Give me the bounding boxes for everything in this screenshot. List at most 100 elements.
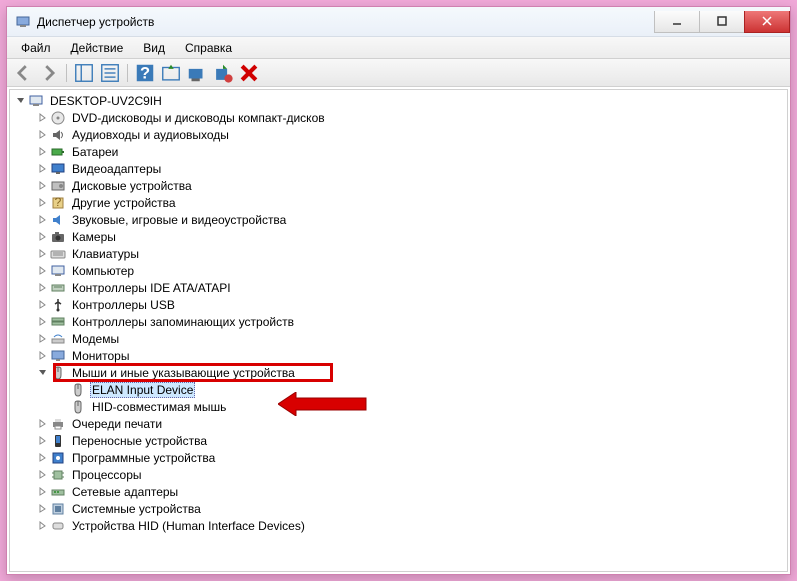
node-label: Дисковые устройства (70, 179, 194, 193)
node-label: HID-совместимая мышь (90, 400, 228, 414)
maximize-button[interactable] (699, 11, 745, 33)
properties-button[interactable] (98, 61, 122, 85)
expand-icon[interactable] (36, 418, 48, 430)
printer-icon (50, 416, 66, 432)
mouse-icon (70, 382, 86, 398)
minimize-button[interactable] (654, 11, 700, 33)
tree-category-node[interactable]: Батареи (10, 143, 787, 160)
tree-category-node[interactable]: DVD-дисководы и дисководы компакт-дисков (10, 109, 787, 126)
update-driver-button[interactable] (159, 61, 183, 85)
expand-icon[interactable] (36, 265, 48, 277)
tree-category-node[interactable]: Системные устройства (10, 500, 787, 517)
tree-category-node[interactable]: Аудиовходы и аудиовыходы (10, 126, 787, 143)
tree-category-node[interactable]: Контроллеры IDE ATA/ATAPI (10, 279, 787, 296)
tree-category-node[interactable]: Контроллеры запоминающих устройств (10, 313, 787, 330)
menubar: Файл Действие Вид Справка (7, 37, 790, 59)
expand-icon[interactable] (36, 248, 48, 260)
tree-category-node[interactable]: Сетевые адаптеры (10, 483, 787, 500)
forward-button[interactable] (37, 61, 61, 85)
node-label: Клавиатуры (70, 247, 141, 261)
window-title: Диспетчер устройств (37, 15, 154, 29)
tree-category-node[interactable]: Видеоадаптеры (10, 160, 787, 177)
cpu-icon (50, 467, 66, 483)
expand-icon[interactable] (36, 503, 48, 515)
expand-icon[interactable] (36, 316, 48, 328)
battery-icon (50, 144, 66, 160)
node-label: Батареи (70, 145, 120, 159)
expand-icon[interactable] (36, 520, 48, 532)
help-button[interactable]: ? (133, 61, 157, 85)
close-button[interactable] (744, 11, 790, 33)
expand-icon[interactable] (36, 231, 48, 243)
camera-icon (50, 229, 66, 245)
titlebar[interactable]: Диспетчер устройств (7, 7, 790, 37)
system-icon (50, 501, 66, 517)
expand-icon[interactable] (36, 112, 48, 124)
tree-category-node[interactable]: Переносные устройства (10, 432, 787, 449)
computer-icon (28, 93, 44, 109)
show-hide-tree-button[interactable] (72, 61, 96, 85)
uninstall-button[interactable] (211, 61, 235, 85)
expand-icon[interactable] (36, 197, 48, 209)
tree-view[interactable]: DESKTOP-UV2C9IHDVD-дисководы и дисководы… (9, 89, 788, 572)
tree-category-node[interactable]: Звуковые, игровые и видеоустройства (10, 211, 787, 228)
scan-hardware-button[interactable] (185, 61, 209, 85)
tree-category-node[interactable]: Клавиатуры (10, 245, 787, 262)
usb-icon (50, 297, 66, 313)
collapse-icon[interactable] (36, 367, 48, 379)
expand-icon[interactable] (36, 435, 48, 447)
tree-category-node[interactable]: Модемы (10, 330, 787, 347)
node-label: Мыши и иные указывающие устройства (70, 366, 297, 380)
tree-category-node[interactable]: ?Другие устройства (10, 194, 787, 211)
expand-icon[interactable] (36, 146, 48, 158)
expand-icon[interactable] (36, 129, 48, 141)
expand-icon[interactable] (36, 452, 48, 464)
node-label: Камеры (70, 230, 118, 244)
node-label: Контроллеры USB (70, 298, 177, 312)
tree-category-node[interactable]: Процессоры (10, 466, 787, 483)
svg-text:?: ? (55, 195, 62, 209)
collapse-icon[interactable] (14, 95, 26, 107)
node-label: Сетевые адаптеры (70, 485, 180, 499)
tree-root-node[interactable]: DESKTOP-UV2C9IH (10, 92, 787, 109)
expand-icon[interactable] (36, 214, 48, 226)
node-label: Аудиовходы и аудиовыходы (70, 128, 231, 142)
network-icon (50, 484, 66, 500)
tree-category-node[interactable]: Камеры (10, 228, 787, 245)
menu-action[interactable]: Действие (61, 39, 134, 57)
expand-icon[interactable] (36, 333, 48, 345)
expand-icon[interactable] (36, 486, 48, 498)
menu-file[interactable]: Файл (11, 39, 61, 57)
tree-category-node[interactable]: Дисковые устройства (10, 177, 787, 194)
expand-icon[interactable] (36, 299, 48, 311)
device-manager-window: Диспетчер устройств Файл Действие Вид Сп… (6, 6, 791, 575)
node-label: Модемы (70, 332, 121, 346)
back-button[interactable] (11, 61, 35, 85)
expand-icon[interactable] (36, 350, 48, 362)
node-label: DESKTOP-UV2C9IH (48, 94, 164, 108)
menu-help[interactable]: Справка (175, 39, 242, 57)
expand-icon[interactable] (36, 469, 48, 481)
expand-icon[interactable] (36, 282, 48, 294)
tree-category-node[interactable]: Мыши и иные указывающие устройства (10, 364, 787, 381)
node-label: Переносные устройства (70, 434, 209, 448)
tree-device-node[interactable]: ELAN Input Device (10, 381, 787, 398)
node-label: ELAN Input Device (90, 382, 195, 398)
tree-category-node[interactable]: Контроллеры USB (10, 296, 787, 313)
toolbar: ? (7, 59, 790, 87)
tree-category-node[interactable]: Устройства HID (Human Interface Devices) (10, 517, 787, 534)
expand-icon[interactable] (36, 180, 48, 192)
tree-category-node[interactable]: Очереди печати (10, 415, 787, 432)
keyboard-icon (50, 246, 66, 262)
tree-category-node[interactable]: Программные устройства (10, 449, 787, 466)
tree-device-node[interactable]: HID-совместимая мышь (10, 398, 787, 415)
computer-icon (50, 263, 66, 279)
node-label: Контроллеры IDE ATA/ATAPI (70, 281, 233, 295)
tree-category-node[interactable]: Компьютер (10, 262, 787, 279)
node-label: Системные устройства (70, 502, 203, 516)
tree-category-node[interactable]: Мониторы (10, 347, 787, 364)
menu-view[interactable]: Вид (133, 39, 175, 57)
expand-icon[interactable] (36, 163, 48, 175)
ide-icon (50, 280, 66, 296)
delete-button[interactable] (237, 61, 261, 85)
